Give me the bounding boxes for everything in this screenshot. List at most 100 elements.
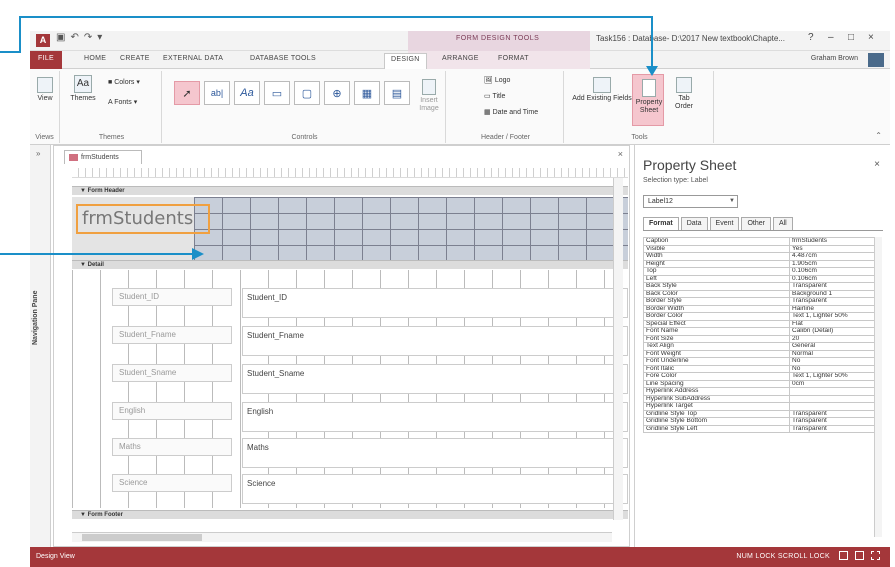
colors-button[interactable]: ■ Colors ▾ (108, 79, 140, 87)
detail-section[interactable]: Student_ID Student_ID Student_Fname Stud… (72, 270, 628, 508)
tab-file[interactable]: FILE (30, 51, 62, 69)
label-control-icon[interactable]: Aa (234, 81, 260, 105)
property-row[interactable]: Special Effect Flat (643, 319, 875, 328)
minimize-button[interactable]: – (828, 32, 834, 43)
property-row[interactable]: Hyperlink SubAddress (643, 394, 875, 403)
tab-design[interactable]: DESIGN (384, 53, 427, 69)
select-arrow-icon[interactable]: ➚ (174, 81, 200, 105)
property-row[interactable]: Hyperlink Target (643, 402, 875, 411)
tab-home[interactable]: HOME (84, 55, 106, 62)
date-time-button[interactable]: ▦ Date and Time (484, 109, 538, 117)
property-row[interactable]: Back Style Transparent (643, 282, 875, 291)
save-icon[interactable]: ▣ (56, 32, 65, 43)
property-value[interactable]: No (789, 357, 875, 366)
property-scrollbar[interactable] (874, 237, 882, 537)
property-row[interactable]: Back Color Background 1 (643, 289, 875, 298)
property-value[interactable]: Calibri (Detail) (789, 327, 875, 336)
tab-external-data[interactable]: EXTERNAL DATA (163, 55, 223, 62)
field-label[interactable]: Student_Sname (112, 364, 232, 382)
property-row[interactable]: Font Weight Normal (643, 349, 875, 358)
property-row[interactable]: Line Spacing 0cm (643, 379, 875, 388)
property-value[interactable]: frmStudents (789, 237, 875, 246)
property-row[interactable]: Gridline Style Bottom Transparent (643, 417, 875, 426)
property-value[interactable]: Flat (789, 319, 875, 328)
field-textbox[interactable]: English (242, 402, 628, 432)
form-header-bar[interactable]: ▼ Form Header (72, 186, 628, 195)
property-row[interactable]: Font Name Calibri (Detail) (643, 327, 875, 336)
field-textbox[interactable]: Student_ID (242, 288, 628, 318)
property-value[interactable]: Text 1, Lighter 50% (789, 372, 875, 381)
property-row[interactable]: Border Style Transparent (643, 297, 875, 306)
redo-icon[interactable]: ↷ (84, 32, 92, 43)
tab-order-button[interactable]: Tab Order (670, 77, 698, 111)
property-row[interactable]: Hyperlink Address (643, 387, 875, 396)
form-view-icon[interactable] (839, 551, 848, 560)
navigation-pane[interactable]: » Navigation Pane (30, 145, 51, 547)
property-value[interactable]: General (789, 342, 875, 351)
view-button[interactable]: View (34, 77, 56, 103)
property-value[interactable]: 0.106cm (789, 267, 875, 276)
property-row[interactable]: Border Color Text 1, Lighter 50% (643, 312, 875, 321)
property-row[interactable]: Width 4.487cm (643, 252, 875, 261)
property-row[interactable]: Gridline Style Top Transparent (643, 409, 875, 418)
property-value[interactable]: Background 1 (789, 289, 875, 298)
document-tab[interactable]: frmStudents (64, 150, 142, 164)
property-value[interactable]: No (789, 364, 875, 373)
field-textbox[interactable]: Student_Fname (242, 326, 628, 356)
close-icon[interactable]: × (874, 159, 880, 170)
property-value[interactable]: Transparent (789, 409, 875, 418)
property-value[interactable]: Yes (789, 244, 875, 253)
close-button[interactable]: × (868, 32, 874, 43)
property-value[interactable]: 0cm (789, 379, 875, 388)
property-value[interactable]: Normal (789, 349, 875, 358)
themes-button[interactable]: Aa Themes (68, 75, 98, 103)
tab-other-props[interactable]: Other (741, 217, 771, 230)
property-row[interactable]: Border Width Hairline (643, 304, 875, 313)
selection-dropdown[interactable]: Label12 (643, 195, 738, 208)
tab-create[interactable]: CREATE (120, 55, 150, 62)
horizontal-scrollbar[interactable] (72, 532, 612, 542)
property-sheet-button[interactable]: Property Sheet (632, 74, 664, 126)
property-row[interactable]: Left 0.106cm (643, 274, 875, 283)
property-row[interactable]: Fore Color Text 1, Lighter 50% (643, 372, 875, 381)
field-textbox[interactable]: Maths (242, 438, 628, 468)
tab-all-props[interactable]: All (772, 217, 793, 230)
field-textbox[interactable]: Student_Sname (242, 364, 628, 394)
tab-format[interactable]: FORMAT (498, 55, 529, 62)
design-view-icon[interactable] (871, 551, 880, 560)
scroll-thumb[interactable] (82, 534, 202, 541)
fonts-button[interactable]: A Fonts ▾ (108, 99, 137, 107)
field-label[interactable]: Maths (112, 438, 232, 456)
property-value[interactable] (789, 387, 875, 396)
hyperlink-control-icon[interactable]: ⊕ (324, 81, 350, 105)
navigation-control-icon[interactable]: ▦ (354, 81, 380, 105)
property-value[interactable]: 1.905cm (789, 259, 875, 268)
property-row[interactable]: Top 0.106cm (643, 267, 875, 276)
expand-icon[interactable]: » (36, 149, 40, 158)
user-name[interactable]: Graham Brown (811, 55, 858, 62)
field-textbox[interactable]: Science (242, 474, 628, 504)
form-footer-bar[interactable]: ▼ Form Footer (72, 510, 628, 519)
textbox-control-icon[interactable]: ab| (204, 81, 230, 105)
layout-view-icon[interactable] (855, 551, 864, 560)
vertical-scrollbar[interactable] (613, 178, 623, 520)
property-value[interactable]: 4.487cm (789, 252, 875, 261)
property-value[interactable] (789, 402, 875, 411)
insert-image-button[interactable]: Insert Image (416, 79, 442, 113)
property-row[interactable]: Caption frmStudents (643, 237, 875, 246)
undo-icon[interactable]: ↶ (70, 32, 78, 43)
field-label[interactable]: English (112, 402, 232, 420)
avatar[interactable] (868, 53, 884, 67)
tab-format-props[interactable]: Format (643, 217, 679, 230)
document-close-icon[interactable]: × (618, 149, 623, 159)
property-row[interactable]: Font Italic No (643, 364, 875, 373)
property-row[interactable]: Text Align General (643, 342, 875, 351)
property-value[interactable]: Transparent (789, 282, 875, 291)
tab-arrange[interactable]: ARRANGE (442, 55, 479, 62)
property-row[interactable]: Height 1.905cm (643, 259, 875, 268)
option-group-icon[interactable]: ▤ (384, 81, 410, 105)
button-control-icon[interactable]: ▭ (264, 81, 290, 105)
header-title-label[interactable]: frmStudents (76, 204, 210, 234)
property-value[interactable]: Transparent (789, 297, 875, 306)
tab-event-props[interactable]: Event (709, 217, 740, 230)
